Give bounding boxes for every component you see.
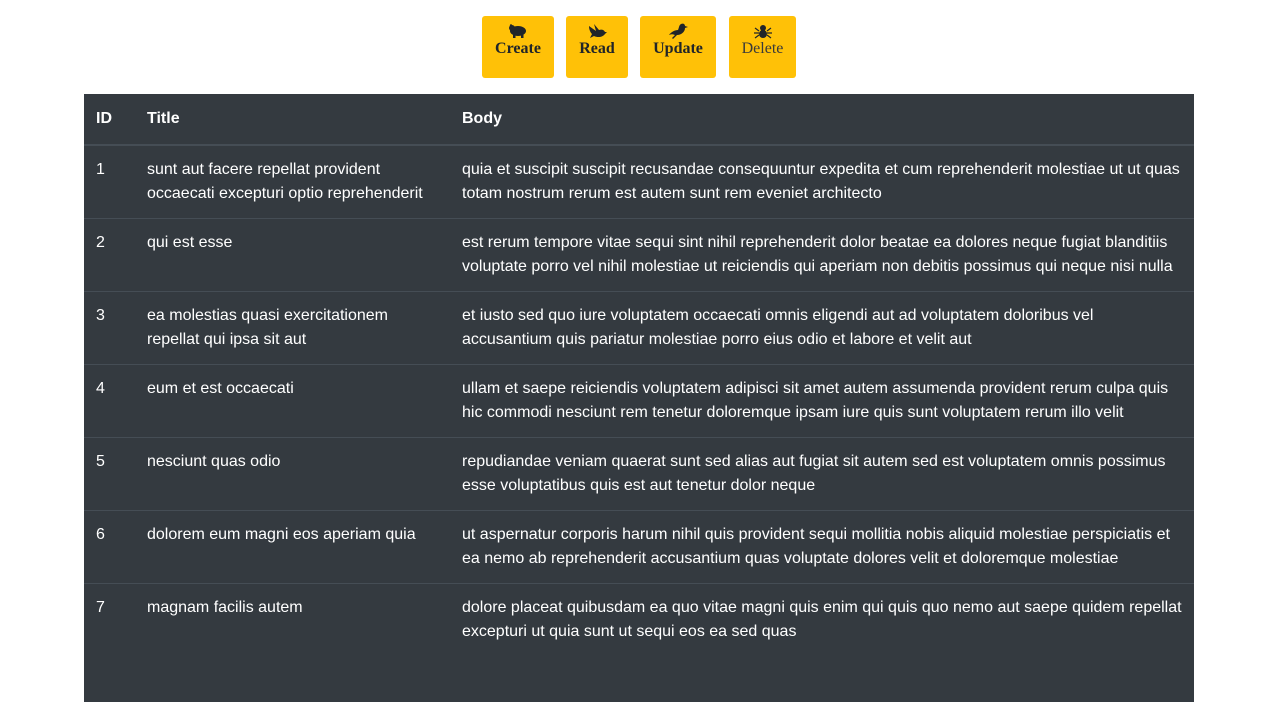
table-row: 7 magnam facilis autem dolore placeat qu… <box>84 583 1194 656</box>
crow-icon <box>667 22 689 40</box>
cell-id: 7 <box>84 583 135 656</box>
cell-title: eum et est occaecati <box>135 364 450 438</box>
table-row: 4 eum et est occaecati ullam et saepe re… <box>84 364 1194 438</box>
cell-body: est rerum tempore vitae sequi sint nihil… <box>450 218 1194 292</box>
cell-title: dolorem eum magni eos aperiam quia <box>135 510 450 584</box>
read-button[interactable]: Read <box>566 16 628 78</box>
create-button[interactable]: Create <box>482 16 554 78</box>
table-row: 5 nesciunt quas odio repudiandae veniam … <box>84 437 1194 511</box>
read-button-label: Read <box>579 40 615 57</box>
posts-table: ID Title Body 1 sunt aut facere repellat… <box>84 94 1194 656</box>
table-row: 6 dolorem eum magni eos aperiam quia ut … <box>84 510 1194 584</box>
column-header-id: ID <box>84 94 135 146</box>
page: Create Read Update Delete ID Title Body … <box>0 0 1278 702</box>
column-header-title: Title <box>135 94 450 146</box>
cell-id: 5 <box>84 437 135 511</box>
column-header-body: Body <box>450 94 1194 146</box>
crud-toolbar: Create Read Update Delete <box>0 16 1278 78</box>
cell-title: magnam facilis autem <box>135 583 450 656</box>
cell-id: 3 <box>84 291 135 365</box>
table-header-row: ID Title Body <box>84 94 1194 146</box>
cell-id: 2 <box>84 218 135 292</box>
table-row: 3 ea molestias quasi exercitationem repe… <box>84 291 1194 365</box>
update-button-label: Update <box>653 40 703 57</box>
posts-table-container: ID Title Body 1 sunt aut facere repellat… <box>84 94 1194 702</box>
delete-button[interactable]: Delete <box>729 16 796 78</box>
cell-id: 1 <box>96 161 105 178</box>
cell-title: sunt aut facere repellat provident occae… <box>147 161 423 202</box>
hippo-icon <box>507 22 529 40</box>
cell-body: ullam et saepe reiciendis voluptatem adi… <box>450 364 1194 438</box>
table-row: 1 sunt aut facere repellat provident occ… <box>84 145 1194 219</box>
spider-icon <box>752 22 774 40</box>
cell-body: ut aspernatur corporis harum nihil quis … <box>450 510 1194 584</box>
cell-body: quia et suscipit suscipit recusandae con… <box>462 161 1180 202</box>
dove-icon <box>586 22 608 40</box>
cell-id: 4 <box>84 364 135 438</box>
cell-body: dolore placeat quibusdam ea quo vitae ma… <box>450 583 1194 656</box>
create-button-label: Create <box>495 40 541 57</box>
cell-body: repudiandae veniam quaerat sunt sed alia… <box>450 437 1194 511</box>
cell-id: 6 <box>84 510 135 584</box>
update-button[interactable]: Update <box>640 16 716 78</box>
cell-title: ea molestias quasi exercitationem repell… <box>135 291 450 365</box>
cell-body: et iusto sed quo iure voluptatem occaeca… <box>450 291 1194 365</box>
table-row: 2 qui est esse est rerum tempore vitae s… <box>84 218 1194 292</box>
delete-button-label: Delete <box>741 40 784 57</box>
cell-title: qui est esse <box>135 218 450 292</box>
cell-title: nesciunt quas odio <box>135 437 450 511</box>
